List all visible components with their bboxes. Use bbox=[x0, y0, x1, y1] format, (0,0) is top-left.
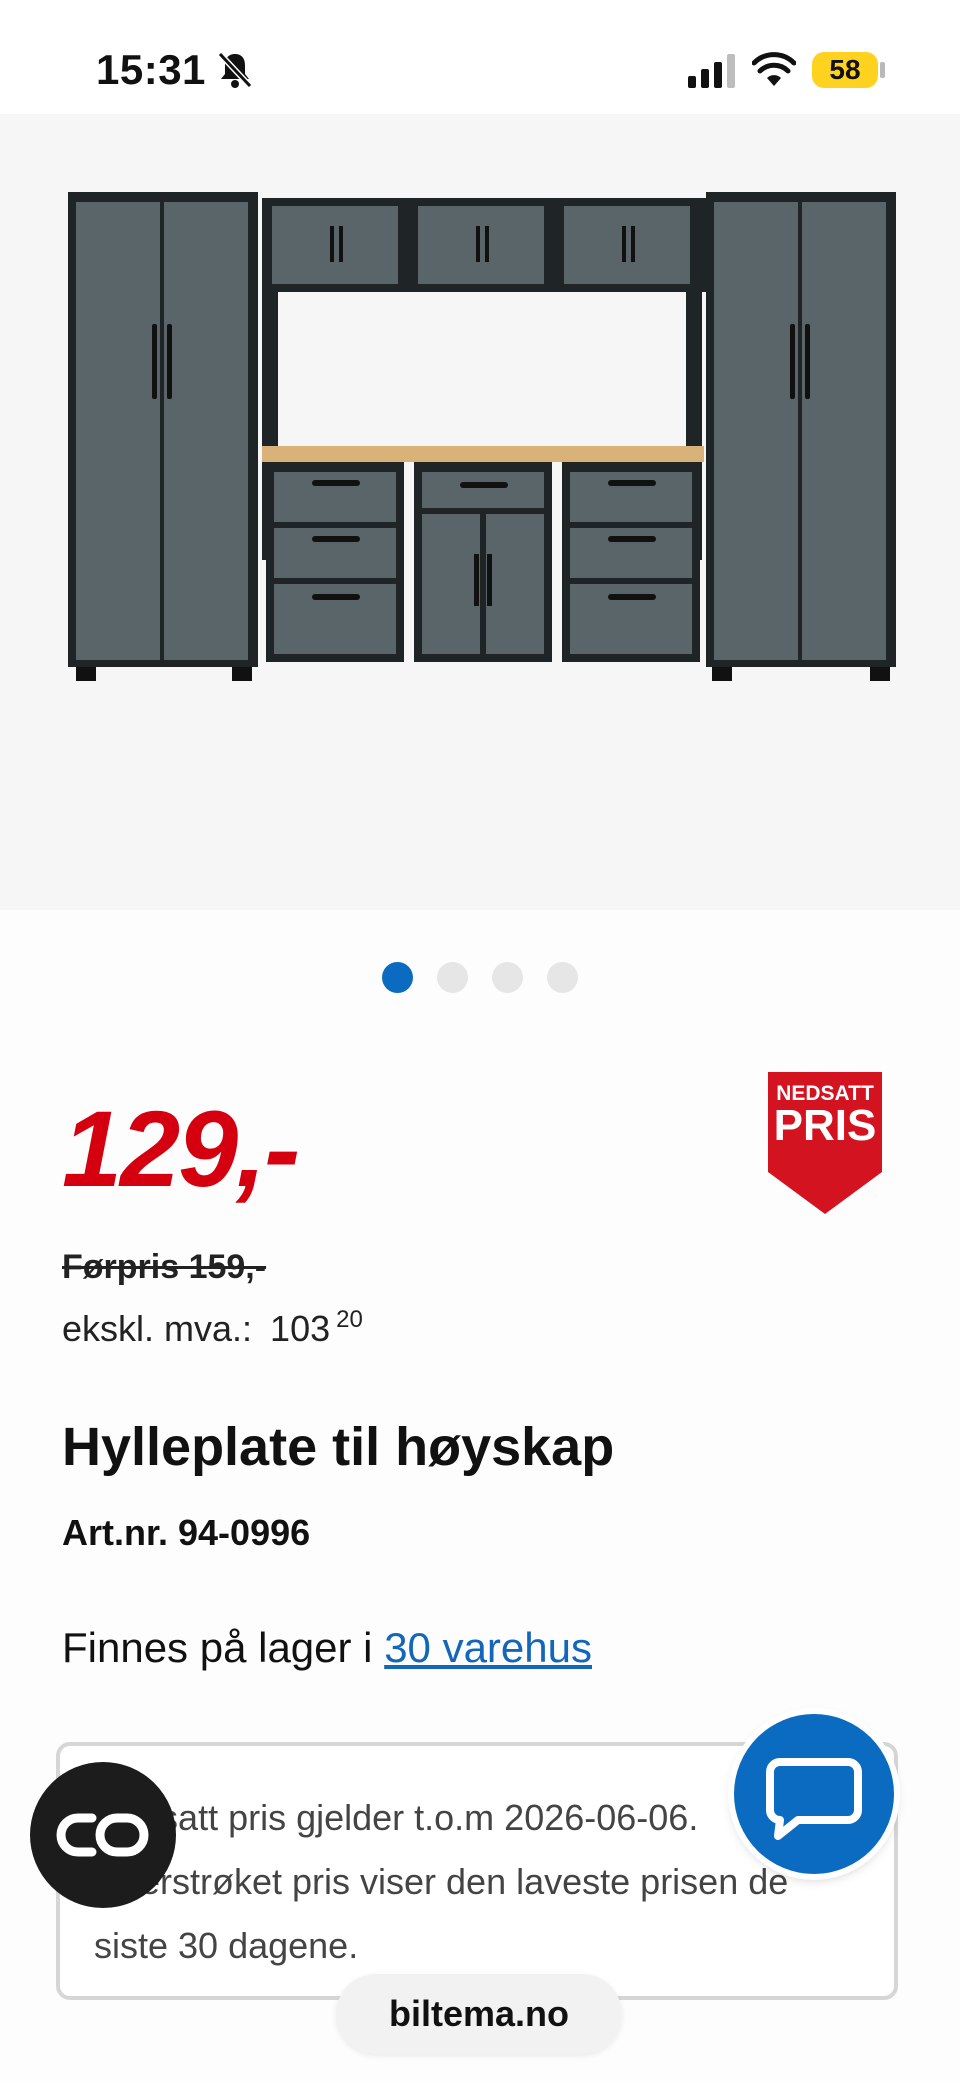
product-title: Hylleplate til høyskap bbox=[62, 1417, 615, 1477]
wifi-icon bbox=[752, 52, 796, 86]
gallery-dot-3[interactable] bbox=[492, 962, 523, 993]
signal-icon bbox=[688, 54, 735, 88]
product-image-gallery[interactable] bbox=[0, 114, 960, 910]
bell-slash-icon bbox=[217, 51, 253, 89]
chat-icon bbox=[766, 1758, 862, 1840]
gallery-dot-4[interactable] bbox=[547, 962, 578, 993]
address-bar[interactable]: biltema.no bbox=[336, 1974, 622, 2054]
gallery-pagination bbox=[0, 962, 960, 994]
product-price: 129,- bbox=[62, 1088, 300, 1209]
price-ex-vat: ekskl. mva.: 103 20 bbox=[62, 1306, 363, 1350]
stores-link[interactable]: 30 varehus bbox=[384, 1624, 592, 1671]
stock-prefix: Finnes på lager i bbox=[62, 1624, 373, 1671]
ex-vat-label: ekskl. mva.: bbox=[62, 1308, 253, 1349]
badge-line-2: PRIS bbox=[774, 1101, 877, 1150]
status-bar: 15:31 58 bbox=[0, 0, 960, 114]
sale-badge: NEDSATT PRIS bbox=[768, 1072, 882, 1214]
battery-cap bbox=[880, 62, 885, 78]
ex-vat-decimals: 20 bbox=[336, 1306, 363, 1333]
gallery-dot-1[interactable] bbox=[382, 962, 413, 993]
stock-info: Finnes på lager i 30 varehus bbox=[62, 1624, 592, 1672]
co-icon bbox=[56, 1813, 149, 1857]
chat-button[interactable] bbox=[734, 1714, 894, 1874]
co-button[interactable] bbox=[30, 1762, 176, 1908]
notice-line-3: siste 30 dagene. bbox=[94, 1925, 359, 1966]
article-number: Art.nr. 94-0996 bbox=[62, 1512, 311, 1553]
gallery-dot-2[interactable] bbox=[437, 962, 468, 993]
status-time: 15:31 bbox=[96, 46, 206, 93]
previous-price: Førpris 159,- bbox=[62, 1248, 267, 1286]
product-image bbox=[68, 192, 896, 681]
ex-vat-amount: 103 bbox=[270, 1308, 331, 1349]
battery-icon: 58 bbox=[812, 52, 878, 88]
